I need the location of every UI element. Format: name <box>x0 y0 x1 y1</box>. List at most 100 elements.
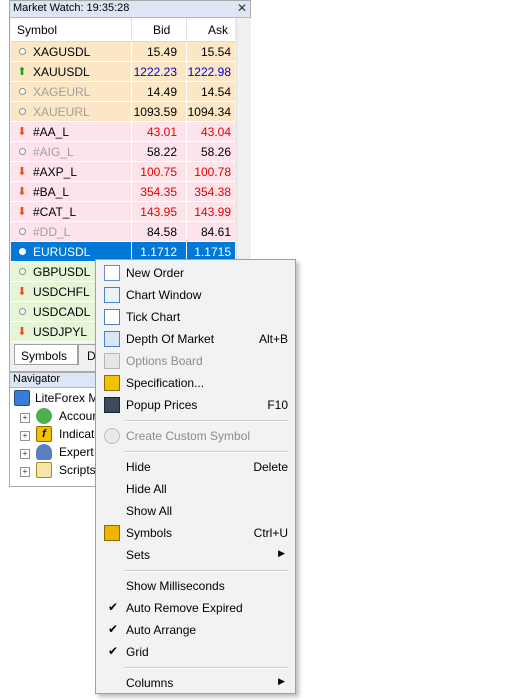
menu-item-show-milliseconds[interactable]: Show Milliseconds <box>98 575 293 597</box>
menu-item-label: Columns <box>126 676 174 690</box>
menu-item-auto-remove-expired[interactable]: ✔ Auto Remove Expired <box>98 597 293 619</box>
table-row[interactable]: XAUEURL 1093.59 1094.34 <box>11 102 235 122</box>
menu-item-new-order[interactable]: New Order <box>98 262 293 284</box>
table-row[interactable]: #AIG_L 58.22 58.26 <box>11 142 235 162</box>
submenu-arrow-icon: ▶ <box>278 548 285 558</box>
arrow-down-icon: ⬇ <box>17 126 27 138</box>
navigator-item-label: Accoun <box>59 409 100 423</box>
cell-symbol: #AXP_L <box>33 165 78 179</box>
table-header: Symbol Bid Ask <box>11 18 235 42</box>
menu-item-grid[interactable]: ✔ Grid <box>98 641 293 663</box>
expand-icon[interactable]: + <box>20 449 30 459</box>
table-row[interactable]: XAGUSDL 15.49 15.54 <box>11 42 235 62</box>
cell-symbol: USDJPYL <box>33 325 88 339</box>
cell-symbol: GBPUSDL <box>33 265 91 279</box>
create-custom-symbol-icon <box>104 428 120 444</box>
menu-item-label: Chart Window <box>126 288 202 302</box>
tick-chart-icon <box>104 309 120 325</box>
neutral-dot-icon <box>19 228 26 235</box>
cell-symbol: XAGEURL <box>33 85 91 99</box>
menu-separator <box>124 420 288 422</box>
menu-item-show-all[interactable]: Show All <box>98 500 293 522</box>
menu-item-shortcut: Ctrl+U <box>253 526 288 540</box>
cell-symbol: EURUSDL <box>33 245 91 259</box>
market-watch-title: Market Watch: 19:35:28 <box>13 2 130 14</box>
menu-item-specification[interactable]: Specification... <box>98 372 293 394</box>
cell-symbol: #AA_L <box>33 125 70 139</box>
column-header-symbol[interactable]: Symbol <box>17 23 57 37</box>
expert-advisors-icon <box>36 444 52 460</box>
expand-icon[interactable]: + <box>20 467 30 477</box>
menu-item-columns[interactable]: Columns ▶ <box>98 672 293 694</box>
specification-icon <box>104 375 120 391</box>
close-icon[interactable]: ✕ <box>237 1 247 15</box>
arrow-down-icon: ⬇ <box>17 326 27 338</box>
cell-symbol: #DD_L <box>33 225 71 239</box>
table-row[interactable]: ⬇ #AXP_L 100.75 100.78 <box>11 162 235 182</box>
menu-item-label: Sets <box>126 548 151 562</box>
menu-item-label: Show Milliseconds <box>126 579 225 593</box>
menu-item-symbols[interactable]: Symbols Ctrl+U <box>98 522 293 544</box>
column-header-ask[interactable]: Ask <box>208 23 228 37</box>
symbols-icon <box>104 525 120 541</box>
navigator-item-label: Indicat <box>59 427 95 441</box>
table-row[interactable]: #DD_L 84.58 84.61 <box>11 222 235 242</box>
checkmark-icon: ✔ <box>108 644 119 658</box>
cell-symbol: USDCADL <box>33 305 91 319</box>
arrow-up-icon: ⬆ <box>17 66 27 78</box>
menu-item-auto-arrange[interactable]: ✔ Auto Arrange <box>98 619 293 641</box>
chart-window-icon <box>104 287 120 303</box>
menu-item-create-custom-symbol: Create Custom Symbol <box>98 425 293 447</box>
menu-item-label: Depth Of Market <box>126 332 215 346</box>
expand-icon[interactable]: + <box>20 413 30 423</box>
market-watch-titlebar[interactable]: Market Watch: 19:35:28 ✕ <box>10 1 250 18</box>
menu-item-hide-all[interactable]: Hide All <box>98 478 293 500</box>
menu-item-label: Auto Remove Expired <box>126 601 243 615</box>
menu-item-chart-window[interactable]: Chart Window <box>98 284 293 306</box>
terminal-icon <box>14 390 30 406</box>
neutral-dot-icon <box>19 308 26 315</box>
menu-item-label: Popup Prices <box>126 398 198 412</box>
menu-separator <box>124 451 288 453</box>
indicators-icon: f <box>36 426 52 442</box>
table-row[interactable]: ⬆ XAUUSDL 1222.23 1222.98 <box>11 62 235 82</box>
menu-item-shortcut: F10 <box>267 398 288 412</box>
options-board-icon <box>104 353 120 369</box>
depth-of-market-icon <box>104 331 120 347</box>
menu-item-label: Hide All <box>126 482 167 496</box>
navigator-item-label: Scripts <box>59 463 96 477</box>
arrow-down-icon: ⬇ <box>17 186 27 198</box>
column-header-bid[interactable]: Bid <box>153 23 170 37</box>
menu-item-depth-of-market[interactable]: Depth Of Market Alt+B <box>98 328 293 350</box>
cell-symbol: #BA_L <box>33 185 70 199</box>
table-row[interactable]: ⬇ #AA_L 43.01 43.04 <box>11 122 235 142</box>
arrow-down-icon: ⬇ <box>17 166 27 178</box>
menu-item-tick-chart[interactable]: Tick Chart <box>98 306 293 328</box>
checkmark-icon: ✔ <box>108 600 119 614</box>
menu-item-hide[interactable]: Hide Delete <box>98 456 293 478</box>
menu-item-label: Specification... <box>126 376 205 390</box>
neutral-dot-icon <box>19 148 26 155</box>
neutral-dot-icon <box>19 48 26 55</box>
checkmark-icon: ✔ <box>108 622 119 636</box>
accounts-icon <box>36 408 52 424</box>
table-row[interactable]: XAGEURL 14.49 14.54 <box>11 82 235 102</box>
expand-icon[interactable]: + <box>20 431 30 441</box>
cell-symbol: USDCHFL <box>33 285 90 299</box>
menu-item-sets[interactable]: Sets ▶ <box>98 544 293 566</box>
tab-symbols[interactable]: Symbols <box>14 344 78 365</box>
menu-item-options-board: Options Board <box>98 350 293 372</box>
menu-item-label: Hide <box>126 460 151 474</box>
cell-symbol: XAUUSDL <box>33 65 90 79</box>
neutral-dot-icon <box>19 88 26 95</box>
cell-symbol: #CAT_L <box>33 205 77 219</box>
table-row[interactable]: ⬇ #BA_L 354.35 354.38 <box>11 182 235 202</box>
menu-item-popup-prices[interactable]: Popup Prices F10 <box>98 394 293 416</box>
context-menu: New Order Chart Window Tick Chart Depth Of … <box>95 259 296 694</box>
menu-item-shortcut: Alt+B <box>258 332 288 346</box>
table-row[interactable]: ⬇ #CAT_L 143.95 143.99 <box>11 202 235 222</box>
menu-item-shortcut: Delete <box>253 460 288 474</box>
scripts-icon <box>36 462 52 478</box>
cell-symbol: #AIG_L <box>33 145 74 159</box>
menu-item-label: Grid <box>126 645 149 659</box>
